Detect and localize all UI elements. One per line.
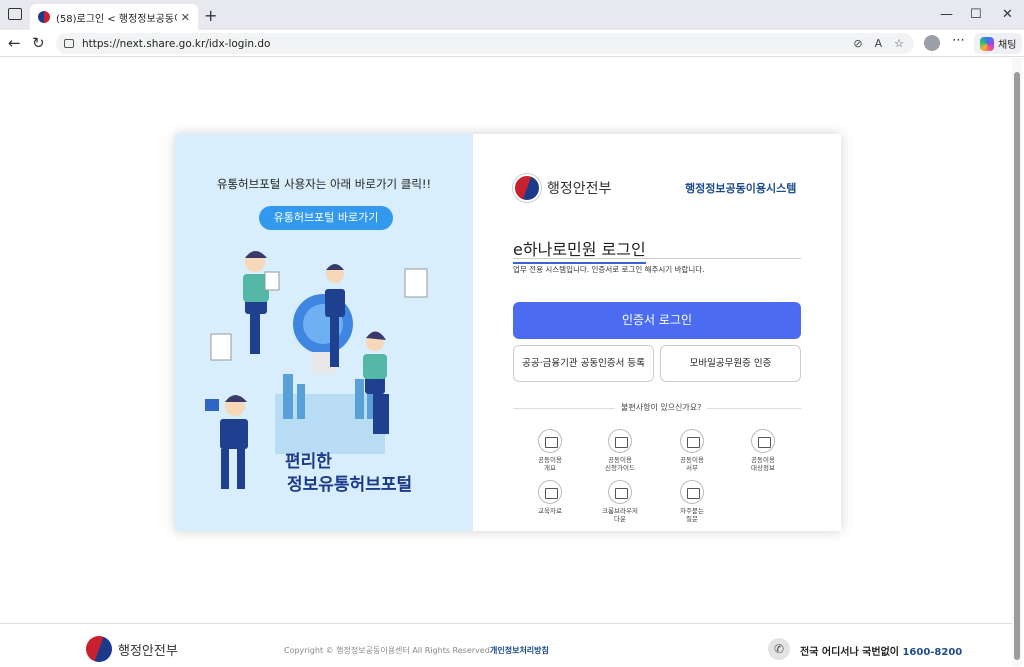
- title-divider: [513, 258, 801, 259]
- quick-link-education[interactable]: 교육자료: [527, 480, 573, 515]
- quick-link-label: 자주묻는: [680, 507, 704, 515]
- quick-link-label-2: 질문: [686, 515, 698, 523]
- promo-headline-1: 편리한: [285, 452, 332, 472]
- quick-link-label-2: 서무: [686, 464, 698, 472]
- quick-link-overview[interactable]: 공동이용 개요: [527, 429, 573, 472]
- privacy-policy-link[interactable]: 개인정보처리방침: [490, 645, 549, 656]
- camera-blocked-icon[interactable]: ⊘: [853, 37, 862, 50]
- quick-link-label-2: 대상정보: [751, 464, 775, 472]
- vertical-scrollbar[interactable]: [1012, 58, 1022, 666]
- omnibox-actions: ⊘ A ☆: [853, 37, 904, 50]
- document-icon: [751, 429, 775, 453]
- maximize-button[interactable]: ☐: [970, 7, 982, 22]
- browser-tab[interactable]: (58)로그인 < 행정정보공동이용시스 ✕: [30, 4, 198, 30]
- sidebar-toggle-icon[interactable]: [8, 8, 22, 20]
- faq-icon: [680, 480, 704, 504]
- quick-link-label: 공동이용: [680, 456, 704, 464]
- back-button[interactable]: ←: [8, 34, 21, 52]
- quick-link-admin[interactable]: 공동이용 서무: [669, 429, 715, 472]
- footer-ministry-name: 행정안전부: [118, 643, 178, 659]
- tab-title: (58)로그인 < 행정정보공동이용시스: [56, 13, 177, 25]
- copyright-text: Copyright © 행정정보공동이용센터 All Rights Reserv…: [284, 646, 493, 655]
- quick-link-label-2: 개요: [544, 464, 556, 472]
- mobile-id-auth-button[interactable]: 모바일공무원증 인증: [660, 345, 801, 382]
- certificate-login-button[interactable]: 인증서 로그인: [513, 302, 801, 339]
- presentation-icon: [538, 429, 562, 453]
- quick-link-label-2: 다운: [614, 515, 626, 523]
- login-title: e하나로민원 로그인: [513, 236, 646, 264]
- more-menu-icon[interactable]: ⋯: [952, 33, 965, 48]
- tel-number: 1600-8200: [902, 647, 963, 658]
- tab-bar: (58)로그인 < 행정정보공동이용시스 ✕ + — ☐ ✕: [0, 0, 1024, 30]
- profile-avatar[interactable]: [924, 35, 940, 51]
- quick-link-label: 교육자료: [538, 507, 562, 515]
- login-description: 업무 전용 시스템입니다. 인증서로 로그인 해주시기 바랍니다.: [513, 265, 705, 274]
- quick-link-label: 공동이용: [608, 456, 632, 464]
- copilot-icon: [980, 36, 994, 51]
- ministry-logo: 행정안전부: [513, 174, 611, 202]
- monitor-icon: [538, 480, 562, 504]
- url-field[interactable]: https://next.share.go.kr/idx-login.do ⊘ …: [56, 33, 914, 54]
- system-name: 행정정보공동이용시스템: [685, 182, 797, 195]
- read-aloud-icon[interactable]: A: [875, 37, 883, 50]
- reload-button[interactable]: ↻: [32, 34, 45, 52]
- address-bar: ← ↻ https://next.share.go.kr/idx-login.d…: [0, 30, 1024, 57]
- quick-link-label-2: 신청가이드: [605, 464, 635, 472]
- ministry-name: 행정안전부: [547, 181, 612, 197]
- tab-close-icon[interactable]: ✕: [181, 11, 190, 24]
- quick-link-faq[interactable]: 자주묻는 질문: [669, 480, 715, 523]
- lock-icon[interactable]: [64, 39, 74, 48]
- chrome-icon: [608, 480, 632, 504]
- site-favicon-icon: [38, 11, 50, 23]
- promo-hint: 유통허브포털 사용자는 아래 바로가기 클릭!!: [216, 177, 432, 191]
- quick-link-label: 공동이용: [751, 456, 775, 464]
- help-title: 불편사항이 있으신가요?: [615, 402, 708, 413]
- url-text: https://next.share.go.kr/idx-login.do: [82, 37, 271, 50]
- minimize-button[interactable]: —: [940, 7, 953, 22]
- promo-panel: 유통허브포털 사용자는 아래 바로가기 클릭!! 유통허브포털 바로가기 편리한…: [175, 134, 473, 531]
- taegeuk-emblem-icon: [513, 174, 541, 202]
- login-panel: 행정안전부 행정정보공동이용시스템 e하나로민원 로그인 업무 전용 시스템입니…: [473, 134, 841, 531]
- portal-shortcut-button[interactable]: 유통허브포털 바로가기: [259, 206, 393, 230]
- footer-logo: 행정안전부: [86, 636, 178, 662]
- footer-divider: [0, 623, 1012, 624]
- scrollbar-thumb[interactable]: [1014, 72, 1020, 660]
- new-tab-button[interactable]: +: [204, 6, 217, 25]
- taegeuk-emblem-icon: [86, 636, 112, 662]
- register-certificate-button[interactable]: 공공·금융기관 공동인증서 등록: [513, 345, 654, 382]
- building-icon: [680, 429, 704, 453]
- megaphone-icon: [608, 429, 632, 453]
- favorite-star-icon[interactable]: ☆: [894, 37, 904, 50]
- quick-link-guide[interactable]: 공동이용 신청가이드: [597, 429, 643, 472]
- close-window-button[interactable]: ✕: [1002, 7, 1013, 22]
- contact-number: 전국 어디서나 국번없이 1600-8200: [800, 643, 962, 658]
- tel-label: 전국 어디서나 국번없이: [800, 647, 899, 658]
- promo-headline-2: 정보유통허브포털: [287, 475, 413, 495]
- copilot-label: 채팅: [998, 40, 1017, 51]
- quick-link-label: 크롬브라우저: [602, 507, 638, 515]
- copilot-chat-button[interactable]: 채팅: [974, 33, 1023, 54]
- quick-link-label: 공동이용: [538, 456, 562, 464]
- phone-icon: ✆: [768, 638, 790, 660]
- login-card: 유통허브포털 사용자는 아래 바로가기 클릭!! 유통허브포털 바로가기 편리한…: [175, 134, 841, 531]
- quick-link-target-info[interactable]: 공동이용 대상정보: [740, 429, 786, 472]
- quick-link-chrome-download[interactable]: 크롬브라우저 다운: [597, 480, 643, 523]
